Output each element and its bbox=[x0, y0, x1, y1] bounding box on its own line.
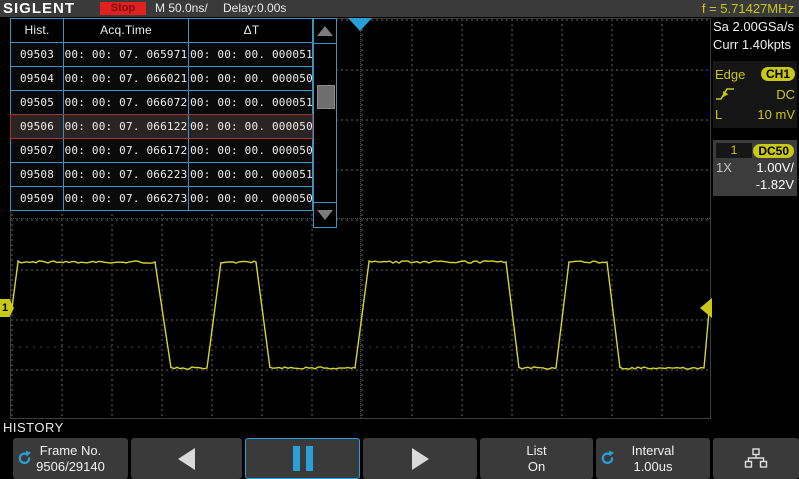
play-backward-button[interactable] bbox=[131, 438, 242, 479]
delta-t-cell: 00: 00: 00. 000051 bbox=[188, 91, 314, 114]
column-header-delta-t: ΔT bbox=[188, 19, 314, 42]
brand-logo: SIGLENT bbox=[3, 0, 75, 17]
acq-time-cell: 00: 00: 07. 065971 bbox=[63, 43, 188, 66]
hist-cell: 09505 bbox=[11, 91, 63, 114]
trigger-source-badge: CH1 bbox=[761, 67, 795, 81]
trigger-level-readout: 10 mV bbox=[757, 107, 795, 122]
delay-readout: Delay:0.00s bbox=[223, 0, 286, 17]
top-status-bar: SIGLENT Stop M 50.0ns/ Delay:0.00s f = 5… bbox=[0, 0, 799, 17]
frame-number-label: Frame No. bbox=[40, 443, 101, 459]
frame-number-button[interactable]: Frame No. 9506/29140 bbox=[13, 438, 128, 479]
hist-cell: 09509 bbox=[11, 187, 63, 210]
table-row[interactable]: 0950900: 00: 07. 06627300: 00: 00. 00005… bbox=[10, 186, 313, 211]
channel1-info-panel[interactable]: 1 DC50 1X 1.00V/ -1.82V bbox=[713, 140, 797, 196]
rotate-knob-icon bbox=[16, 449, 33, 470]
delta-t-cell: 00: 00: 00. 000050 bbox=[188, 187, 314, 210]
acquisition-status-badge: Stop bbox=[100, 2, 146, 15]
column-header-hist: Hist. bbox=[11, 19, 63, 42]
table-row[interactable]: 0950400: 00: 07. 06602100: 00: 00. 00005… bbox=[10, 66, 313, 91]
trigger-level-label: L bbox=[715, 107, 722, 122]
scroll-down-icon bbox=[317, 210, 333, 220]
delta-t-cell: 00: 00: 00. 000050 bbox=[188, 67, 314, 90]
trigger-info-panel: Edge CH1 DC L 10 mV bbox=[713, 61, 797, 128]
delta-t-cell: 00: 00: 00. 000051 bbox=[188, 43, 314, 66]
table-row[interactable]: 0950700: 00: 07. 06617200: 00: 00. 00005… bbox=[10, 138, 313, 163]
list-value: On bbox=[528, 459, 545, 475]
scroll-up-button[interactable] bbox=[314, 19, 336, 44]
trigger-coupling-readout: DC bbox=[776, 87, 795, 102]
scroll-up-icon bbox=[317, 26, 333, 36]
play-forward-button[interactable] bbox=[363, 438, 477, 479]
sample-rate-readout: Sa 2.00GSa/s bbox=[713, 18, 797, 36]
history-table-rows: 0950300: 00: 07. 06597100: 00: 00. 00005… bbox=[10, 42, 313, 211]
page-title: HISTORY bbox=[3, 420, 64, 435]
hist-cell: 09503 bbox=[11, 43, 63, 66]
delta-t-cell: 00: 00: 00. 000050 bbox=[188, 139, 314, 162]
hist-cell: 09507 bbox=[11, 139, 63, 162]
acq-time-cell: 00: 00: 07. 066223 bbox=[63, 163, 188, 186]
play-backward-icon bbox=[178, 448, 195, 470]
right-info-panel: Sa 2.00GSa/s Curr 1.40kpts Edge CH1 DC L… bbox=[713, 18, 797, 196]
scroll-down-button[interactable] bbox=[314, 202, 336, 227]
interval-value: 1.00us bbox=[633, 459, 672, 475]
play-forward-icon bbox=[412, 448, 429, 470]
hist-cell: 09508 bbox=[11, 163, 63, 186]
interval-label: Interval bbox=[632, 443, 675, 459]
acq-time-cell: 00: 00: 07. 066122 bbox=[63, 115, 188, 138]
delta-t-cell: 00: 00: 00. 000050 bbox=[188, 115, 314, 138]
table-row[interactable]: 0950600: 00: 07. 06612200: 00: 00. 00005… bbox=[10, 114, 313, 139]
scrollbar-thumb[interactable] bbox=[317, 85, 335, 109]
network-tree-icon bbox=[743, 448, 769, 469]
table-header-row: Hist. Acq.Time ΔT bbox=[10, 18, 313, 43]
channel-probe-readout: 1X bbox=[716, 160, 732, 175]
timebase-readout: M 50.0ns/ bbox=[155, 0, 208, 17]
table-row[interactable]: 0950300: 00: 07. 06597100: 00: 00. 00005… bbox=[10, 42, 313, 67]
channel-impedance-badge: DC50 bbox=[753, 144, 794, 158]
oscilloscope-screen: 1 SIGLENT Stop M 50.0ns/ Delay:0.00s f =… bbox=[0, 0, 799, 479]
pause-icon bbox=[293, 446, 313, 471]
acq-time-cell: 00: 00: 07. 066172 bbox=[63, 139, 188, 162]
hist-cell: 09504 bbox=[11, 67, 63, 90]
acq-time-cell: 00: 00: 07. 066273 bbox=[63, 187, 188, 210]
pause-button[interactable] bbox=[245, 438, 360, 479]
channel-scale-readout: 1.00V/ bbox=[756, 160, 794, 175]
network-utility-button[interactable] bbox=[713, 438, 799, 479]
interval-button[interactable]: Interval 1.00us bbox=[596, 438, 710, 479]
channel-offset-readout: -1.82V bbox=[756, 177, 794, 192]
rising-edge-icon bbox=[715, 87, 735, 101]
rotate-knob-icon bbox=[599, 449, 616, 470]
trigger-type-label: Edge bbox=[715, 67, 745, 82]
channel-number-badge: 1 bbox=[716, 143, 752, 158]
hist-cell: 09506 bbox=[11, 115, 63, 138]
list-toggle-button[interactable]: List On bbox=[480, 438, 593, 479]
memory-depth-readout: Curr 1.40kpts bbox=[713, 36, 797, 54]
center-horizontal-axis bbox=[11, 218, 710, 219]
table-row[interactable]: 0950500: 00: 07. 06607200: 00: 00. 00005… bbox=[10, 90, 313, 115]
history-list-table: Hist. Acq.Time ΔT 0950300: 00: 07. 06597… bbox=[10, 18, 313, 211]
acq-time-cell: 00: 00: 07. 066021 bbox=[63, 67, 188, 90]
table-row[interactable]: 0950800: 00: 07. 06622300: 00: 00. 00005… bbox=[10, 162, 313, 187]
frame-number-value: 9506/29140 bbox=[36, 459, 105, 475]
column-header-acq-time: Acq.Time bbox=[63, 19, 188, 42]
table-scrollbar[interactable] bbox=[313, 18, 337, 228]
acq-time-cell: 00: 00: 07. 066072 bbox=[63, 91, 188, 114]
frequency-counter: f = 5.71427MHz bbox=[702, 0, 794, 17]
delta-t-cell: 00: 00: 00. 000051 bbox=[188, 163, 314, 186]
list-label: List bbox=[526, 443, 546, 459]
